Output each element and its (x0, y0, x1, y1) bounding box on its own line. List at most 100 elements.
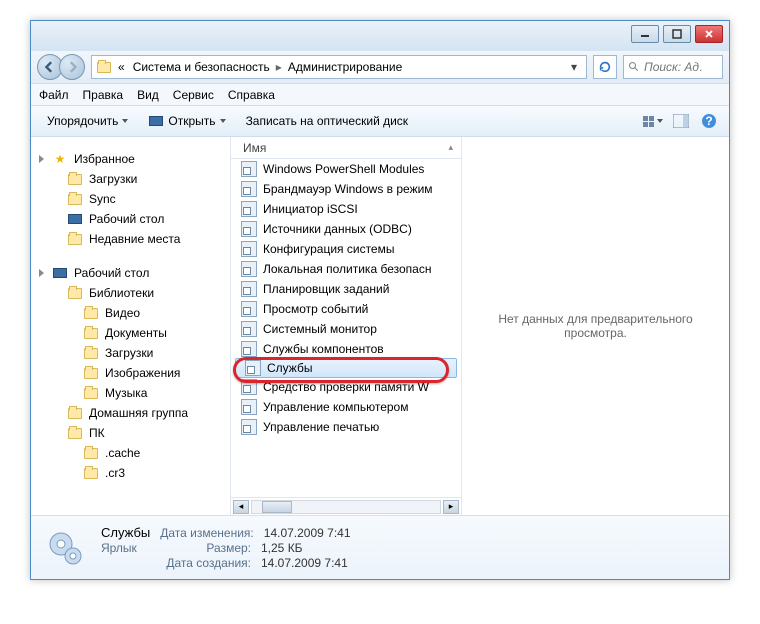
nav-label: Изображения (105, 366, 180, 380)
breadcrumb-2[interactable]: Администрирование (286, 60, 404, 74)
organize-label: Упорядочить (47, 114, 118, 128)
file-name: Средство проверки памяти W (263, 380, 429, 394)
help-button[interactable]: ? (697, 109, 721, 133)
file-row[interactable]: Источники данных (ODBC) (231, 219, 461, 239)
nav-item-downloads[interactable]: Загрузки (31, 169, 230, 189)
chevron-down-icon (220, 119, 226, 123)
nav-item-pictures[interactable]: Изображения (31, 363, 230, 383)
details-pane: Службы Дата изменения: 14.07.2009 7:41 Я… (31, 515, 729, 579)
nav-item-pc[interactable]: ПК (31, 423, 230, 443)
nav-label: ПК (89, 426, 105, 440)
file-pane: Имя ▴ Windows PowerShell Modules Брандмау… (231, 137, 461, 515)
nav-item-sync[interactable]: Sync (31, 189, 230, 209)
nav-item-favorites[interactable]: ★Избранное (31, 149, 230, 169)
details-type: Ярлык (101, 541, 153, 555)
details-size-label: Размер: (163, 541, 251, 555)
maximize-button[interactable] (663, 25, 691, 43)
file-row[interactable]: Системный монитор (231, 319, 461, 339)
file-row[interactable]: Управление печатью (231, 417, 461, 437)
organize-button[interactable]: Упорядочить (39, 109, 136, 133)
details-thumbnail-icon (43, 526, 87, 570)
scroll-left-button[interactable]: ◂ (233, 500, 249, 514)
toolbar: Упорядочить Открыть Записать на оптическ… (31, 105, 729, 137)
file-name: Системный монитор (263, 322, 377, 336)
forward-button[interactable] (59, 54, 85, 80)
shortcut-icon (241, 241, 257, 257)
file-row[interactable]: Управление компьютером (231, 397, 461, 417)
file-name: Брандмауэр Windows в режим (263, 182, 433, 196)
file-row[interactable]: Конфигурация системы (231, 239, 461, 259)
nav-item-desktop_fav[interactable]: Рабочий стол (31, 209, 230, 229)
search-box[interactable] (623, 55, 723, 79)
view-mode-button[interactable] (641, 109, 665, 133)
nav-label: Недавние места (89, 232, 180, 246)
file-name: Планировщик заданий (263, 282, 389, 296)
address-dropdown-icon[interactable]: ▾ (566, 60, 582, 74)
explorer-window: « Система и безопасность ▸ Администриров… (30, 20, 730, 580)
nav-item-cache[interactable]: .cache (31, 443, 230, 463)
file-row[interactable]: Брандмауэр Windows в режим (231, 179, 461, 199)
nav-item-libraries[interactable]: Библиотеки (31, 283, 230, 303)
file-row[interactable]: Инициатор iSCSI (231, 199, 461, 219)
folder-icon (83, 465, 99, 481)
folder-icon (67, 191, 83, 207)
sort-indicator-icon: ▴ (448, 142, 453, 153)
breadcrumb-sep-icon: ▸ (276, 60, 282, 74)
breadcrumb-1[interactable]: Система и безопасность (131, 60, 272, 74)
menu-help[interactable]: Справка (228, 88, 275, 102)
menu-edit[interactable]: Правка (83, 88, 124, 102)
nav-item-recent[interactable]: Недавние места (31, 229, 230, 249)
folder-icon (67, 425, 83, 441)
scroll-thumb[interactable] (262, 501, 292, 513)
file-row[interactable]: Службы (235, 358, 457, 378)
nav-item-desktop[interactable]: Рабочий стол (31, 263, 230, 283)
nav-item-cr3[interactable]: .cr3 (31, 463, 230, 483)
menu-tools[interactable]: Сервис (173, 88, 214, 102)
burn-button[interactable]: Записать на оптический диск (238, 109, 417, 133)
file-row[interactable]: Службы компонентов (231, 339, 461, 359)
file-name: Windows PowerShell Modules (263, 162, 424, 176)
file-row[interactable]: Просмотр событий (231, 299, 461, 319)
minimize-button[interactable] (631, 25, 659, 43)
expand-icon (39, 269, 44, 277)
nav-label: Рабочий стол (74, 266, 149, 280)
file-row[interactable]: Локальная политика безопасн (231, 259, 461, 279)
scroll-track[interactable] (251, 500, 441, 514)
nav-label: Рабочий стол (89, 212, 164, 226)
nav-label: Видео (105, 306, 140, 320)
file-list[interactable]: Windows PowerShell Modules Брандмауэр Win… (231, 159, 461, 497)
open-button[interactable]: Открыть (140, 109, 233, 133)
nav-item-videos[interactable]: Видео (31, 303, 230, 323)
search-input[interactable] (644, 60, 704, 74)
svg-text:?: ? (705, 114, 712, 128)
address-bar[interactable]: « Система и безопасность ▸ Администриров… (91, 55, 587, 79)
column-header-name[interactable]: Имя ▴ (231, 137, 461, 159)
menu-file[interactable]: Файл (39, 88, 69, 102)
nav-label: Sync (89, 192, 116, 206)
chevron-down-icon (657, 119, 663, 123)
folder-icon (96, 59, 112, 75)
folder-icon (67, 231, 83, 247)
folder-icon (83, 365, 99, 381)
file-row[interactable]: Windows PowerShell Modules (231, 159, 461, 179)
horizontal-scrollbar[interactable]: ◂ ▸ (231, 497, 461, 515)
nav-item-documents[interactable]: Документы (31, 323, 230, 343)
preview-pane: Нет данных для предварительного просмотр… (461, 137, 729, 515)
file-name: Управление компьютером (263, 400, 408, 414)
close-button[interactable] (695, 25, 723, 43)
nav-pane[interactable]: ★ИзбранноеЗагрузкиSyncРабочий столНедавн… (31, 137, 231, 515)
shortcut-icon (241, 181, 257, 197)
file-row[interactable]: Планировщик заданий (231, 279, 461, 299)
nav-item-homegroup[interactable]: Домашняя группа (31, 403, 230, 423)
preview-pane-button[interactable] (669, 109, 693, 133)
nav-item-music[interactable]: Музыка (31, 383, 230, 403)
expand-icon (39, 155, 44, 163)
nav-item-downloads2[interactable]: Загрузки (31, 343, 230, 363)
shortcut-icon (245, 360, 261, 376)
file-name: Управление печатью (263, 420, 379, 434)
scroll-right-button[interactable]: ▸ (443, 500, 459, 514)
menu-view[interactable]: Вид (137, 88, 159, 102)
file-row[interactable]: Средство проверки памяти W (231, 377, 461, 397)
refresh-button[interactable] (593, 55, 617, 79)
nav-label: Музыка (105, 386, 147, 400)
